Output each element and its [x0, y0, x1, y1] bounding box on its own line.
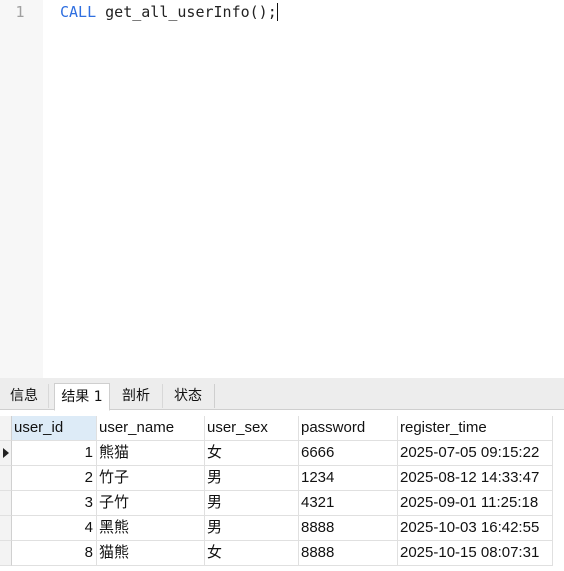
sql-keyword: CALL [60, 3, 97, 21]
cell-user-name[interactable]: 竹子 [97, 466, 205, 491]
cell-register-time[interactable]: 2025-08-12 14:33:47 [398, 466, 553, 491]
cell-user-id[interactable]: 4 [12, 516, 97, 541]
line-number: 1 [15, 3, 25, 21]
column-header-password[interactable]: password [299, 416, 398, 441]
code-line[interactable]: CALL get_all_userInfo(); [60, 2, 278, 22]
column-header-register-time[interactable]: register_time [398, 416, 553, 441]
current-row-arrow-icon [3, 448, 9, 458]
tab-status[interactable]: 状态 [162, 384, 215, 408]
cell-password[interactable]: 6666 [299, 441, 398, 466]
column-header-user-sex[interactable]: user_sex [205, 416, 299, 441]
cell-user-sex[interactable]: 男 [205, 466, 299, 491]
cell-register-time[interactable]: 2025-09-01 11:25:18 [398, 491, 553, 516]
tab-result-1[interactable]: 结果 1 [54, 383, 110, 411]
cell-user-name[interactable]: 子竹 [97, 491, 205, 516]
cell-user-sex[interactable]: 女 [205, 441, 299, 466]
cell-password[interactable]: 8888 [299, 516, 398, 541]
cell-password[interactable]: 4321 [299, 491, 398, 516]
column-header-user-id[interactable]: user_id [12, 416, 97, 441]
row-indicator[interactable] [0, 441, 12, 466]
cell-user-id[interactable]: 1 [12, 441, 97, 466]
cell-user-name[interactable]: 熊猫 [97, 441, 205, 466]
cell-user-sex[interactable]: 女 [205, 541, 299, 566]
row-indicator[interactable] [0, 466, 12, 491]
sql-editor[interactable]: 1 CALL get_all_userInfo(); [0, 0, 564, 378]
table-row[interactable]: 2 竹子 男 1234 2025-08-12 14:33:47 [0, 466, 564, 491]
cell-user-id[interactable]: 8 [12, 541, 97, 566]
cell-password[interactable]: 1234 [299, 466, 398, 491]
grid-header-row: user_id user_name user_sex password regi… [0, 416, 564, 441]
cell-user-name[interactable]: 猫熊 [97, 541, 205, 566]
cell-user-id[interactable]: 3 [12, 491, 97, 516]
result-tabbar: 信息 结果 1 剖析 状态 [0, 382, 564, 411]
cell-user-sex[interactable]: 男 [205, 491, 299, 516]
sql-statement-text: get_all_userInfo(); [96, 3, 277, 21]
row-indicator[interactable] [0, 491, 12, 516]
table-row[interactable]: 8 猫熊 女 8888 2025-10-15 08:07:31 [0, 541, 564, 566]
column-header-user-name[interactable]: user_name [97, 416, 205, 441]
text-caret [276, 3, 278, 21]
cell-register-time[interactable]: 2025-07-05 09:15:22 [398, 441, 553, 466]
cell-user-name[interactable]: 黑熊 [97, 516, 205, 541]
tab-profile[interactable]: 剖析 [110, 384, 163, 408]
row-indicator[interactable] [0, 516, 12, 541]
header-corner [0, 416, 12, 441]
cell-register-time[interactable]: 2025-10-03 16:42:55 [398, 516, 553, 541]
cell-register-time[interactable]: 2025-10-15 08:07:31 [398, 541, 553, 566]
cell-user-sex[interactable]: 男 [205, 516, 299, 541]
result-grid[interactable]: user_id user_name user_sex password regi… [0, 416, 564, 571]
table-row[interactable]: 1 熊猫 女 6666 2025-07-05 09:15:22 [0, 441, 564, 466]
table-row[interactable]: 3 子竹 男 4321 2025-09-01 11:25:18 [0, 491, 564, 516]
line-number-gutter: 1 [0, 0, 43, 378]
tab-info[interactable]: 信息 [0, 384, 49, 408]
table-row[interactable]: 4 黑熊 男 8888 2025-10-03 16:42:55 [0, 516, 564, 541]
row-indicator[interactable] [0, 541, 12, 566]
cell-password[interactable]: 8888 [299, 541, 398, 566]
cell-user-id[interactable]: 2 [12, 466, 97, 491]
